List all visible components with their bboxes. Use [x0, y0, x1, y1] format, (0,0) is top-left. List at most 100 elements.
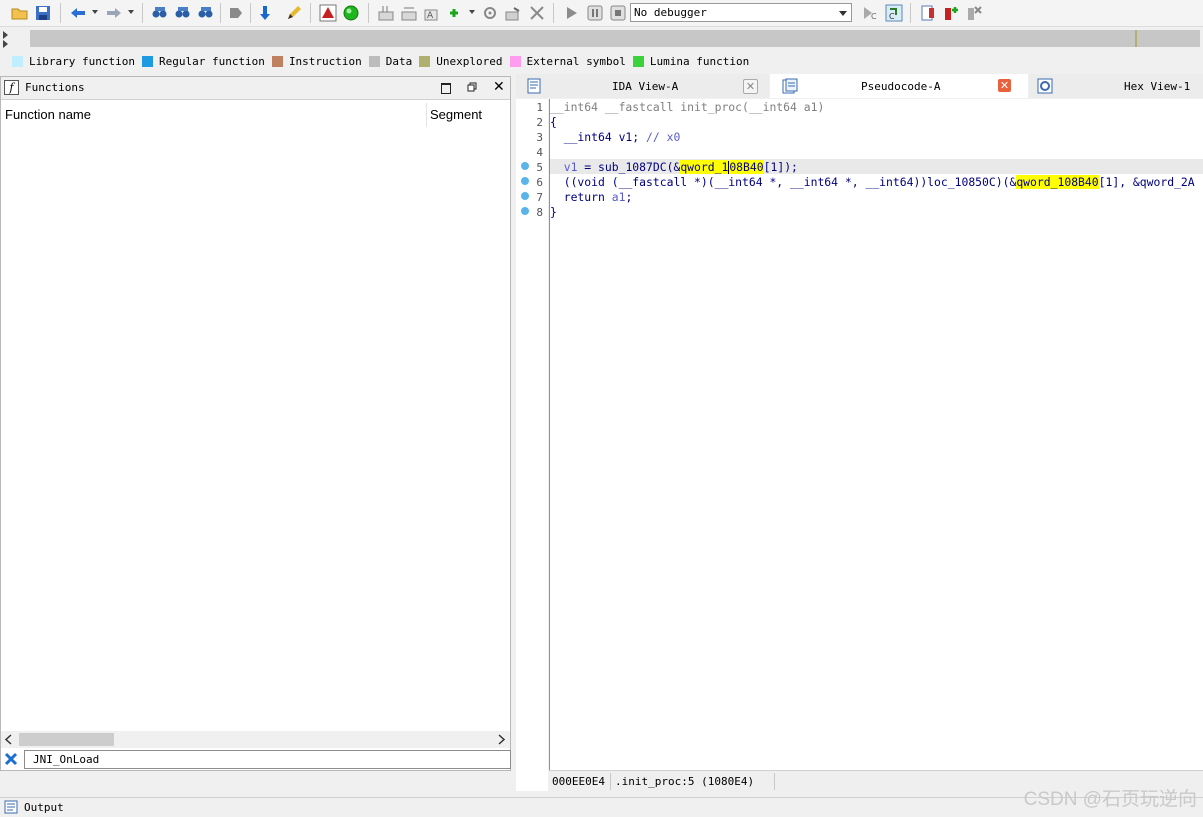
- legend-swatch: [632, 55, 644, 67]
- legend-item: Regular function: [141, 54, 265, 68]
- col-segment[interactable]: Segment: [430, 107, 482, 122]
- navigation-band[interactable]: [30, 30, 1200, 47]
- code-line-7[interactable]: return a1;: [550, 190, 633, 205]
- debugger-select-value: No debugger: [634, 6, 707, 19]
- line-number: 3: [536, 131, 543, 144]
- scrollbar-thumb[interactable]: [19, 733, 114, 746]
- legend-item: Unexplored: [419, 55, 503, 68]
- column-divider[interactable]: [426, 103, 427, 127]
- undefine-icon[interactable]: [503, 3, 523, 23]
- line-number: 6: [536, 176, 543, 189]
- line-number: 7: [536, 191, 543, 204]
- binoculars-binary-icon[interactable]: [196, 3, 216, 23]
- line-number: 1: [536, 101, 543, 114]
- tab-ida-view-a[interactable]: IDA View-A ✕: [516, 74, 769, 98]
- binoculars-text-icon[interactable]: [150, 3, 170, 23]
- highlighted-token: qword_108B40: [1016, 175, 1099, 189]
- code-line-3[interactable]: __int64 v1; // x0: [550, 130, 681, 145]
- string-convert-icon[interactable]: A: [422, 3, 442, 23]
- breakpoint-dot[interactable]: [521, 162, 529, 170]
- close-x-icon[interactable]: [527, 3, 547, 23]
- back-arrow-icon[interactable]: [68, 3, 88, 23]
- close-brace: }: [550, 205, 557, 219]
- pause-icon[interactable]: [585, 3, 605, 23]
- line-number: 2: [536, 116, 543, 129]
- search-next-icon[interactable]: [226, 3, 246, 23]
- code-line-2[interactable]: {: [550, 115, 557, 130]
- attach-process-icon[interactable]: C: [860, 3, 880, 23]
- legend-swatch: [271, 55, 283, 67]
- delete-breakpoint-icon[interactable]: [964, 3, 984, 23]
- legend-label: Lumina function: [649, 54, 750, 68]
- forward-arrow-icon[interactable]: [104, 3, 124, 23]
- add-breakpoint-icon[interactable]: [941, 3, 961, 23]
- legend-swatch: [141, 55, 153, 67]
- legend-item: Library function: [12, 55, 135, 68]
- debugger-select[interactable]: No debugger: [630, 3, 852, 22]
- struct-gear-icon[interactable]: [480, 3, 500, 23]
- legend-swatch: [419, 55, 431, 67]
- line-number: 5: [536, 161, 543, 174]
- jump-down-arrow-icon[interactable]: [255, 3, 275, 23]
- line-number: 4: [536, 146, 543, 159]
- breakpoint-dot[interactable]: [521, 177, 529, 185]
- code-line-1[interactable]: __int64 __fastcall init_proc(__int64 a1): [550, 100, 824, 115]
- variable-token: a1: [611, 190, 626, 204]
- code-convert-icon[interactable]: [376, 3, 396, 23]
- code-line-8[interactable]: }: [550, 205, 557, 220]
- step-into-icon[interactable]: C: [884, 3, 904, 23]
- forward-dropdown-icon[interactable]: [128, 10, 134, 14]
- close-tab-icon[interactable]: ✕: [743, 79, 758, 94]
- scroll-right-icon[interactable]: [496, 734, 506, 745]
- variable-declaration: __int64 v1;: [550, 130, 647, 144]
- functions-table-header: Function name Segment: [1, 101, 510, 127]
- open-brace: {: [550, 115, 557, 129]
- legend-label: Library function: [29, 54, 135, 68]
- function-icon: f: [4, 80, 19, 95]
- add-struct-icon[interactable]: [445, 3, 465, 23]
- breakpoint-dot[interactable]: [521, 192, 529, 200]
- navigation-band-scroller[interactable]: [0, 28, 12, 50]
- pseudocode-view[interactable]: __int64 __fastcall init_proc(__int64 a1)…: [549, 99, 1203, 770]
- breakpoint-dot[interactable]: [521, 207, 529, 215]
- close-tab-icon[interactable]: ✕: [998, 79, 1011, 92]
- legend-label: Regular function: [158, 54, 265, 68]
- graph-warning-icon[interactable]: [318, 3, 338, 23]
- marker-pencil-icon[interactable]: [284, 3, 304, 23]
- output-window-icon: [4, 800, 18, 814]
- maximize-icon[interactable]: [441, 83, 451, 94]
- tab-label: Hex View-1: [1124, 80, 1191, 93]
- col-function-name[interactable]: Function name: [5, 107, 91, 122]
- tab-pseudocode-a[interactable]: Pseudocode-A ✕: [770, 74, 1028, 98]
- code-line-5[interactable]: v1 = sub_1087DC(&qword_108B40[1]);: [550, 160, 798, 175]
- clear-filter-icon[interactable]: [3, 751, 19, 767]
- float-window-icon[interactable]: [467, 81, 477, 92]
- functions-title: Functions: [25, 81, 85, 94]
- tab-hex-view-1[interactable]: Hex View-1: [1029, 74, 1203, 98]
- legend-swatch: [509, 55, 521, 67]
- tab-label: Pseudocode-A: [861, 80, 941, 93]
- back-dropdown-icon[interactable]: [92, 10, 98, 14]
- breakpoint-list-icon[interactable]: [918, 3, 938, 23]
- stop-icon[interactable]: [608, 3, 628, 23]
- svg-text:A: A: [427, 11, 434, 21]
- horizontal-scrollbar[interactable]: [1, 731, 510, 748]
- play-icon[interactable]: [561, 3, 581, 23]
- binoculars-next-icon[interactable]: [173, 3, 193, 23]
- add-struct-dropdown-icon[interactable]: [469, 10, 475, 14]
- open-folder-icon[interactable]: [10, 3, 30, 23]
- code-line-6[interactable]: ((void (__fastcall *)(__int64 *, __int64…: [550, 175, 1195, 190]
- tab-label: IDA View-A: [612, 80, 679, 93]
- data-convert-icon[interactable]: [399, 3, 419, 23]
- line-number-gutter: 1 2 3 4 5 6 7 8: [516, 99, 548, 791]
- green-circle-icon[interactable]: [341, 3, 361, 23]
- close-icon[interactable]: ✕: [493, 80, 505, 94]
- highlighted-token: 08B40: [729, 160, 764, 174]
- color-legend: Library function Regular function Instruct…: [12, 53, 756, 69]
- save-icon[interactable]: [33, 3, 53, 23]
- output-panel-bar[interactable]: Output: [0, 797, 1203, 817]
- function-filter-input[interactable]: JNI_OnLoad: [24, 750, 511, 769]
- call-arguments: [1], &qword_2A: [1098, 175, 1195, 189]
- svg-text:C: C: [889, 12, 895, 21]
- main-toolbar: A No debugger C C: [0, 0, 1203, 27]
